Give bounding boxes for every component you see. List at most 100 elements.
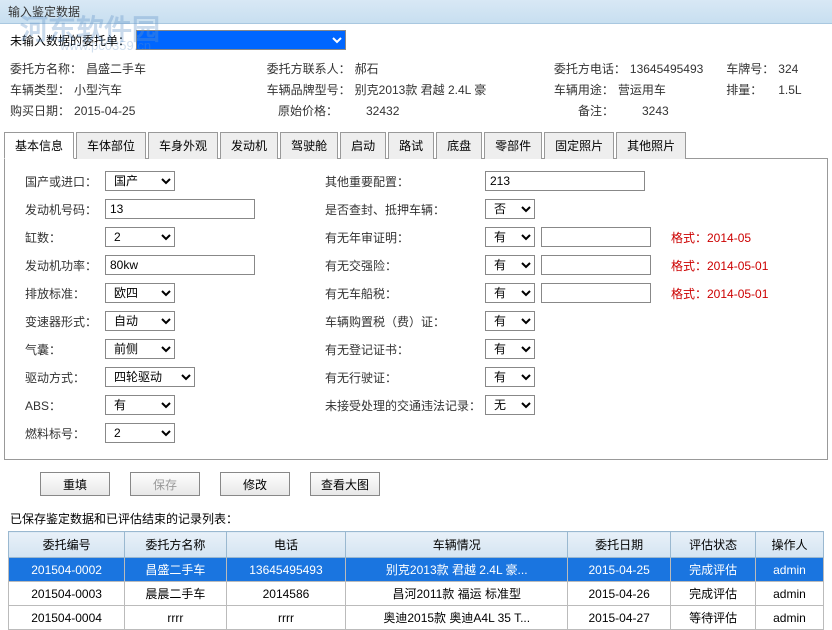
input-other-config[interactable] — [485, 171, 645, 191]
tab-1[interactable]: 车体部位 — [76, 132, 146, 159]
table-cell: 2015-04-27 — [568, 606, 671, 630]
input-annual-cert-date[interactable] — [541, 227, 651, 247]
table-header: 车辆情况 — [346, 532, 568, 558]
select-reg-cert[interactable]: 有 — [485, 339, 535, 359]
table-header: 委托方名称 — [125, 532, 226, 558]
label-contact: 委托方联系人： — [267, 60, 351, 77]
table-cell: 2015-04-26 — [568, 582, 671, 606]
table-row[interactable]: 201504-0004rrrrrrrr奥迪2015款 奥迪A4L 35 T...… — [9, 606, 824, 630]
tab-content-basic: 国产或进口：国产 其他重要配置： 发动机号码： 是否查封、抵押车辆：否 缸数：2… — [4, 159, 828, 460]
label-purchase-tax: 车辆购置税（费）证： — [325, 313, 485, 330]
label-sealed: 是否查封、抵押车辆： — [325, 201, 485, 218]
label-other-config: 其他重要配置： — [325, 173, 485, 190]
value-vtype: 小型汽车 — [74, 81, 122, 98]
select-airbag[interactable]: 前侧 — [105, 339, 175, 359]
list-label: 已保存鉴定数据和已评估结束的记录列表： — [0, 504, 832, 531]
tab-7[interactable]: 底盘 — [436, 132, 482, 159]
select-sealed[interactable]: 否 — [485, 199, 535, 219]
label-disp: 排量： — [726, 81, 774, 98]
table-cell: admin — [755, 606, 823, 630]
input-vehicle-tax-date[interactable] — [541, 283, 651, 303]
hint-tax: 格式：2014-05-01 — [671, 285, 768, 302]
table-cell: admin — [755, 582, 823, 606]
label-price: 原始价格： — [278, 102, 362, 119]
select-insurance[interactable]: 有 — [485, 255, 535, 275]
select-annual-cert[interactable]: 有 — [485, 227, 535, 247]
select-cylinders[interactable]: 2 — [105, 227, 175, 247]
table-cell: 13645495493 — [226, 558, 346, 582]
table-header: 电话 — [226, 532, 346, 558]
hint-annual: 格式：2014-05 — [671, 229, 751, 246]
table-cell: 201504-0002 — [9, 558, 125, 582]
label-plate: 车牌号： — [726, 60, 774, 77]
label-fuel: 燃料标号： — [25, 425, 105, 442]
select-emission[interactable]: 欧四 — [105, 283, 175, 303]
table-cell: 奥迪2015款 奥迪A4L 35 T... — [346, 606, 568, 630]
select-violations[interactable]: 无 — [485, 395, 535, 415]
value-model: 别克2013款 君越 2.4L 豪 — [355, 81, 487, 98]
select-drive[interactable]: 四轮驱动 — [105, 367, 195, 387]
table-header: 评估状态 — [671, 532, 756, 558]
input-power[interactable] — [105, 255, 255, 275]
table-cell: admin — [755, 558, 823, 582]
label-transmission: 变速器形式： — [25, 313, 105, 330]
top-label: 未输入数据的委托单： — [10, 32, 130, 49]
value-client-name: 昌盛二手车 — [86, 60, 146, 77]
tab-8[interactable]: 零部件 — [484, 132, 542, 159]
label-insurance: 有无交强险： — [325, 257, 485, 274]
tab-5[interactable]: 启动 — [340, 132, 386, 159]
select-abs[interactable]: 有 — [105, 395, 175, 415]
select-purchase-tax[interactable]: 有 — [485, 311, 535, 331]
order-select[interactable] — [136, 30, 346, 50]
label-power: 发动机功率： — [25, 257, 105, 274]
label-emission: 排放标准： — [25, 285, 105, 302]
value-remark: 3243 — [642, 104, 669, 118]
table-cell: rrrr — [226, 606, 346, 630]
label-vtype: 车辆类型： — [10, 81, 70, 98]
label-vehicle-tax: 有无车船税： — [325, 285, 485, 302]
modify-button[interactable]: 修改 — [220, 472, 290, 496]
value-buy: 2015-04-25 — [74, 104, 135, 118]
label-model: 车辆品牌型号： — [267, 81, 351, 98]
select-vehicle-tax[interactable]: 有 — [485, 283, 535, 303]
input-engine-no[interactable] — [105, 199, 255, 219]
label-driving-license: 有无行驶证： — [325, 369, 485, 386]
label-annual-cert: 有无年审证明： — [325, 229, 485, 246]
label-origin: 国产或进口： — [25, 173, 105, 190]
select-driving-license[interactable]: 有 — [485, 367, 535, 387]
reset-button[interactable]: 重填 — [40, 472, 110, 496]
records-table: 委托编号委托方名称电话车辆情况委托日期评估状态操作人 201504-0002昌盛… — [8, 531, 824, 630]
save-button[interactable]: 保存 — [130, 472, 200, 496]
table-cell: 昌盛二手车 — [125, 558, 226, 582]
tab-0[interactable]: 基本信息 — [4, 132, 74, 159]
select-fuel[interactable]: 2 — [105, 423, 175, 443]
label-client-name: 委托方名称： — [10, 60, 82, 77]
table-row[interactable]: 201504-0002昌盛二手车13645495493别克2013款 君越 2.… — [9, 558, 824, 582]
tab-2[interactable]: 车身外观 — [148, 132, 218, 159]
view-image-button[interactable]: 查看大图 — [310, 472, 380, 496]
table-cell: 201504-0003 — [9, 582, 125, 606]
tab-10[interactable]: 其他照片 — [616, 132, 686, 159]
select-transmission[interactable]: 自动 — [105, 311, 175, 331]
label-buy: 购买日期： — [10, 102, 70, 119]
value-plate: 324 — [778, 62, 798, 76]
value-usage: 营运用车 — [618, 81, 666, 98]
label-phone: 委托方电话： — [554, 60, 626, 77]
table-cell: 完成评估 — [671, 582, 756, 606]
info-grid: 委托方名称：昌盛二手车 委托方联系人：郝石 委托方电话：13645495493 … — [0, 56, 832, 131]
window-title: 输入鉴定数据 — [0, 0, 832, 24]
input-insurance-date[interactable] — [541, 255, 651, 275]
table-cell: 等待评估 — [671, 606, 756, 630]
value-contact: 郝石 — [355, 60, 379, 77]
label-usage: 车辆用途： — [554, 81, 614, 98]
select-origin[interactable]: 国产 — [105, 171, 175, 191]
tab-4[interactable]: 驾驶舱 — [280, 132, 338, 159]
table-cell: 2014586 — [226, 582, 346, 606]
tab-6[interactable]: 路试 — [388, 132, 434, 159]
table-header: 委托编号 — [9, 532, 125, 558]
table-header: 操作人 — [755, 532, 823, 558]
tab-3[interactable]: 发动机 — [220, 132, 278, 159]
value-disp: 1.5L — [778, 83, 801, 97]
tab-9[interactable]: 固定照片 — [544, 132, 614, 159]
table-row[interactable]: 201504-0003晨晨二手车2014586昌河2011款 福运 标准型201… — [9, 582, 824, 606]
